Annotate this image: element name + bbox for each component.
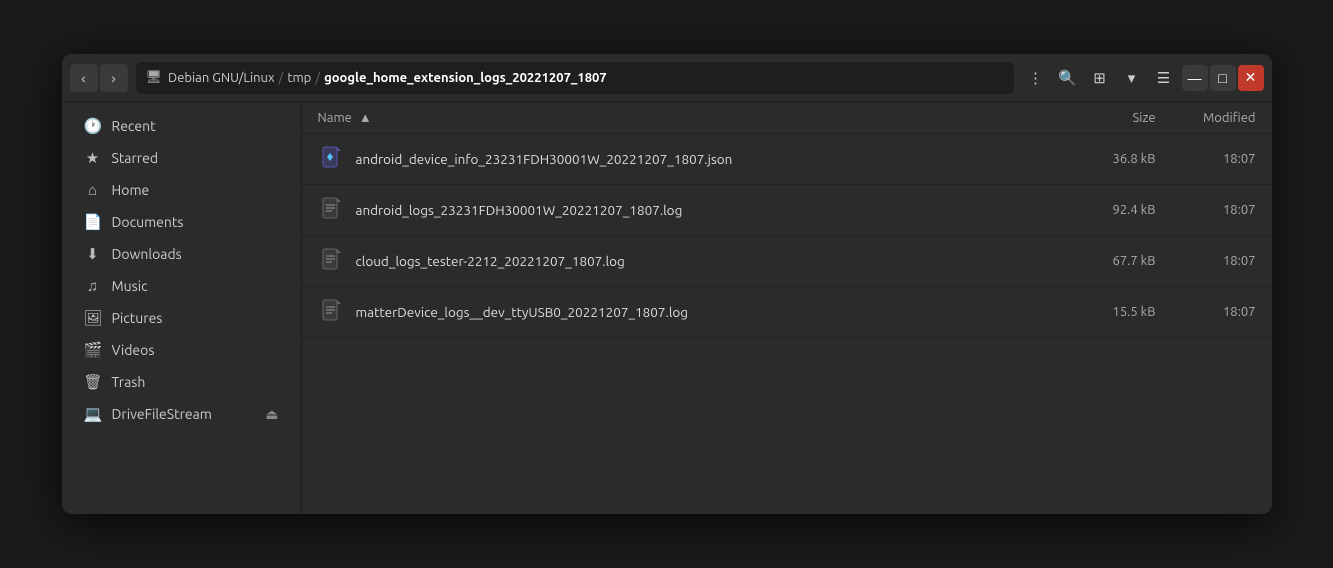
file-list: android_device_info_23231FDH30001W_20221… [302,134,1272,514]
file-manager-window: ‹ › 🖥 Debian GNU/Linux / tmp / google_ho… [62,54,1272,514]
pictures-icon: 🖼 [84,309,102,327]
view-grid-button[interactable]: ⊞ [1086,64,1114,92]
trash-label: Trash [112,374,146,390]
table-row[interactable]: cloud_logs_tester-2212_20221207_1807.log… [302,236,1272,287]
sidebar-item-pictures[interactable]: 🖼 Pictures [68,302,295,334]
drivefilestream-label: DriveFileStream [112,406,212,422]
downloads-icon: ⬇ [84,245,102,263]
file-pane: Name ▲ Size Modified android_device_info… [302,102,1272,514]
starred-icon: ★ [84,149,102,167]
trash-icon: 🗑 [84,373,102,391]
music-icon: ♫ [84,277,102,295]
window-controls: — □ ✕ [1182,65,1264,91]
breadcrumb-sep1: / [279,71,284,85]
file-icon [318,143,346,175]
home-icon: ⌂ [84,181,102,199]
recent-label: Recent [112,118,156,134]
close-button[interactable]: ✕ [1238,65,1264,91]
header-size: Size [1056,111,1156,125]
sidebar-item-recent[interactable]: 🕐 Recent [68,110,295,142]
file-modified: 18:07 [1176,152,1256,166]
view-list-button[interactable]: ☰ [1150,64,1178,92]
file-size: 92.4 kB [1056,203,1156,217]
view-dropdown-button[interactable]: ▾ [1118,64,1146,92]
titlebar-icons: ⋮ 🔍 ⊞ ▾ ☰ [1022,64,1178,92]
file-modified: 18:07 [1176,203,1256,217]
file-name: cloud_logs_tester-2212_20221207_1807.log [356,253,1056,269]
file-icon [318,245,346,277]
nav-buttons: ‹ › [70,64,128,92]
sidebar-item-trash[interactable]: 🗑 Trash [68,366,295,398]
sidebar-item-videos[interactable]: 🎬 Videos [68,334,295,366]
videos-label: Videos [112,342,155,358]
file-icon [318,194,346,226]
downloads-label: Downloads [112,246,182,262]
titlebar: ‹ › 🖥 Debian GNU/Linux / tmp / google_ho… [62,54,1272,102]
os-icon: 🖥 [146,70,163,85]
search-button[interactable]: 🔍 [1054,64,1082,92]
eject-icon[interactable]: ⏏ [265,406,278,423]
file-size: 36.8 kB [1056,152,1156,166]
content-area: 🕐 Recent ★ Starred ⌂ Home 📄 Documents ⬇ Downloads… [62,102,1272,514]
file-name: matterDevice_logs__dev_ttyUSB0_20221207_… [356,304,1056,320]
pictures-label: Pictures [112,310,163,326]
starred-label: Starred [112,150,159,166]
recent-icon: 🕐 [84,117,102,135]
sidebar-item-home[interactable]: ⌂ Home [68,174,295,206]
table-row[interactable]: android_device_info_23231FDH30001W_20221… [302,134,1272,185]
minimize-button[interactable]: — [1182,65,1208,91]
home-label: Home [112,182,150,198]
music-label: Music [112,278,148,294]
sidebar-item-downloads[interactable]: ⬇ Downloads [68,238,295,270]
more-options-button[interactable]: ⋮ [1022,64,1050,92]
file-modified: 18:07 [1176,254,1256,268]
sidebar: 🕐 Recent ★ Starred ⌂ Home 📄 Documents ⬇ Downloads… [62,102,302,514]
breadcrumb-current: google_home_extension_logs_20221207_1807 [324,71,607,85]
sort-arrow: ▲ [359,111,372,125]
file-name: android_logs_23231FDH30001W_20221207_180… [356,202,1056,218]
header-name: Name ▲ [318,110,1056,125]
sidebar-item-starred[interactable]: ★ Starred [68,142,295,174]
breadcrumb-os: Debian GNU/Linux [168,71,275,85]
maximize-button[interactable]: □ [1210,65,1236,91]
table-row[interactable]: matterDevice_logs__dev_ttyUSB0_20221207_… [302,287,1272,338]
file-size: 67.7 kB [1056,254,1156,268]
header-modified: Modified [1176,111,1256,125]
sidebar-item-music[interactable]: ♫ Music [68,270,295,302]
breadcrumb-tmp: tmp [287,71,311,85]
drivefilestream-icon: 💻 [84,405,102,423]
breadcrumb-sep2: / [315,71,320,85]
file-size: 15.5 kB [1056,305,1156,319]
file-modified: 18:07 [1176,305,1256,319]
table-row[interactable]: android_logs_23231FDH30001W_20221207_180… [302,185,1272,236]
videos-icon: 🎬 [84,341,102,359]
documents-icon: 📄 [84,213,102,231]
forward-button[interactable]: › [100,64,128,92]
file-list-header: Name ▲ Size Modified [302,102,1272,134]
sidebar-item-drivefilestream[interactable]: 💻 DriveFileStream ⏏ [68,398,295,430]
back-button[interactable]: ‹ [70,64,98,92]
file-icon [318,296,346,328]
documents-label: Documents [112,214,184,230]
breadcrumb[interactable]: 🖥 Debian GNU/Linux / tmp / google_home_e… [136,62,1014,94]
file-name: android_device_info_23231FDH30001W_20221… [356,151,1056,167]
sidebar-item-documents[interactable]: 📄 Documents [68,206,295,238]
